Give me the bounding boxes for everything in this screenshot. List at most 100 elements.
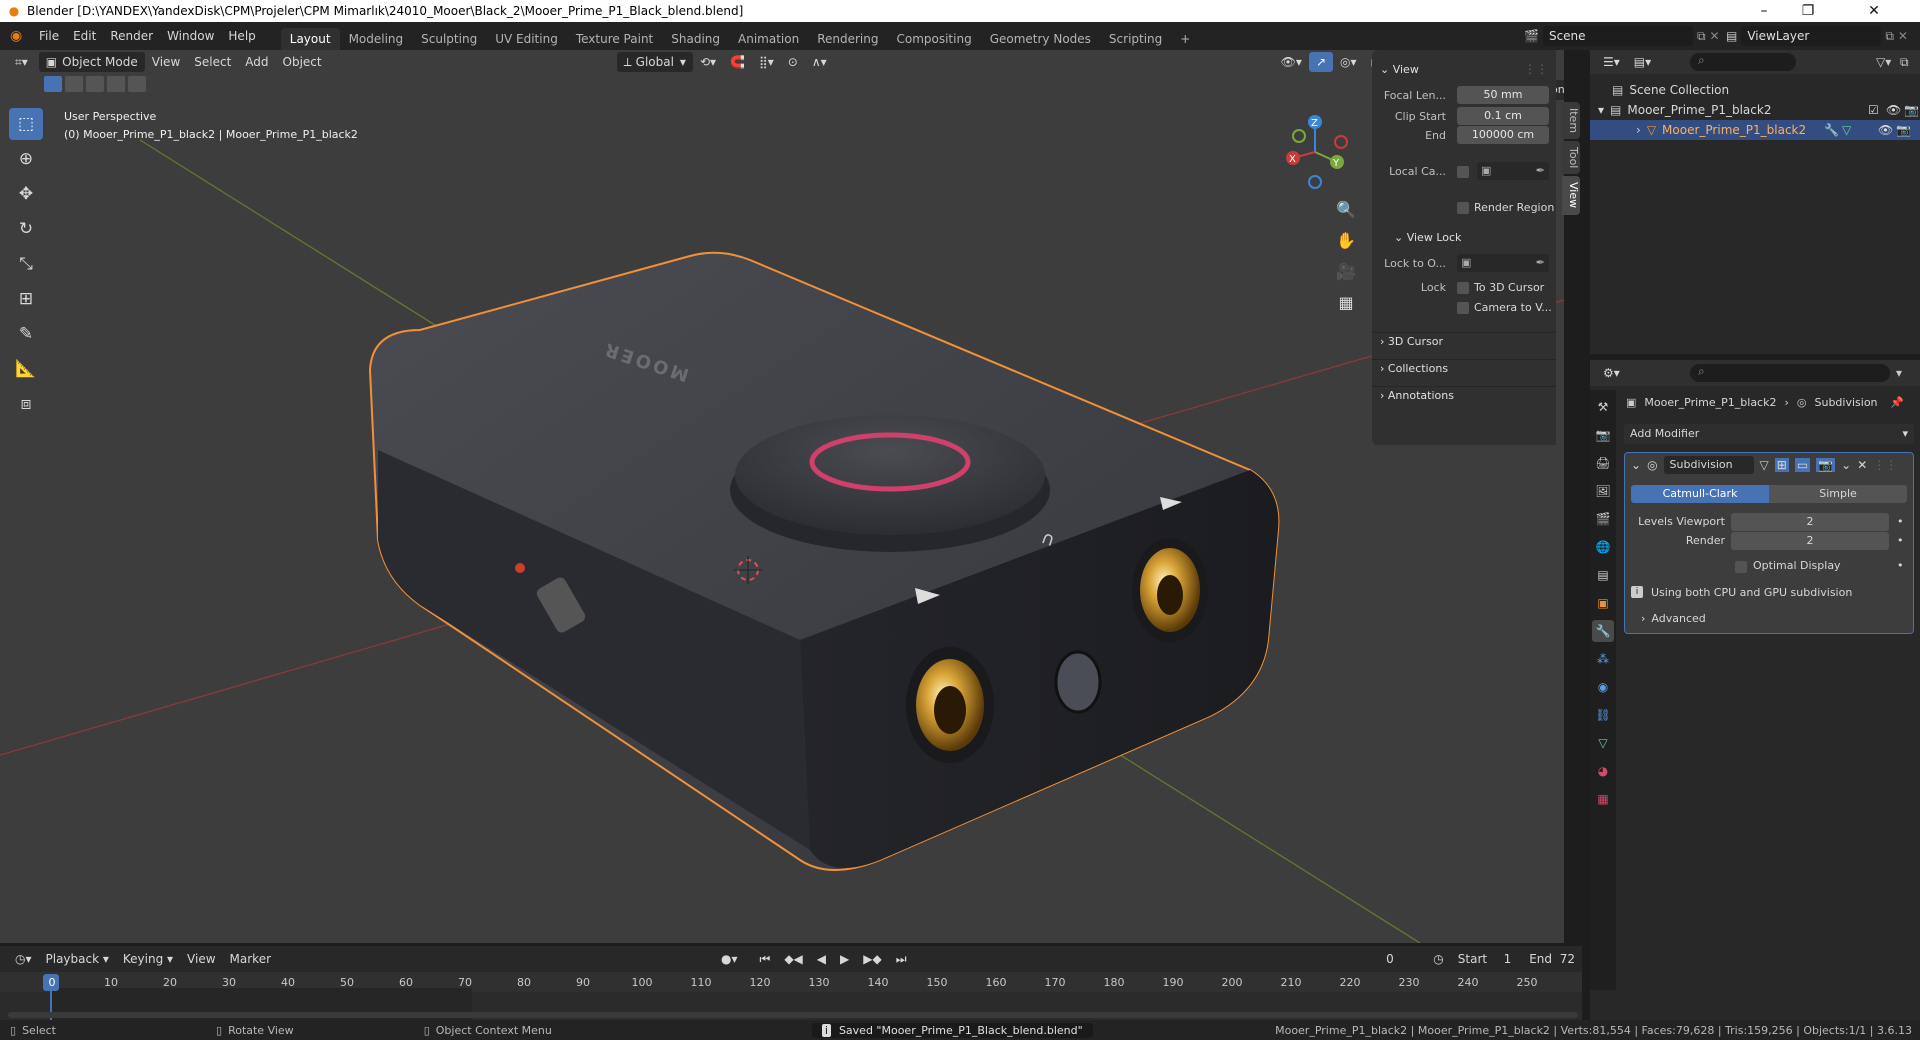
snap-target-icon[interactable]: ⣿▾ bbox=[752, 52, 781, 72]
measure-tool-icon[interactable]: 📐 bbox=[9, 353, 43, 385]
render-toggle-icon[interactable]: 📷 bbox=[1816, 458, 1836, 472]
outliner-object-row[interactable]: › ▽ Mooer_Prime_P1_black2 🔧 ▽ 👁 📷 bbox=[1590, 120, 1920, 140]
jump-start-icon[interactable]: ⏮ bbox=[753, 949, 778, 969]
levels-viewport-field[interactable]: 2 bbox=[1731, 513, 1889, 531]
play-icon[interactable]: ▶ bbox=[833, 949, 856, 969]
tab-geometry-nodes[interactable]: Geometry Nodes bbox=[981, 28, 1100, 50]
auto-keying-icon[interactable]: ●▾ bbox=[714, 949, 745, 969]
play-reverse-icon[interactable]: ◀ bbox=[810, 949, 833, 969]
data-tab-icon[interactable]: ▽ bbox=[1592, 732, 1614, 754]
keyframe-dot-icon[interactable]: • bbox=[1897, 557, 1904, 575]
modifier-wrench-icon[interactable]: 🔧 bbox=[1824, 123, 1839, 137]
view-layer-icon[interactable]: ▤ bbox=[1726, 29, 1737, 43]
select-box-tool-icon[interactable]: ⬚ bbox=[9, 108, 43, 140]
menu-render[interactable]: Render bbox=[103, 22, 160, 50]
tab-compositing[interactable]: Compositing bbox=[887, 28, 980, 50]
outliner-editor-type-icon[interactable]: ☰▾ bbox=[1596, 52, 1627, 72]
viewport-menu-select[interactable]: Select bbox=[187, 52, 238, 72]
jump-keyframe-back-icon[interactable]: ◆◀ bbox=[777, 949, 809, 969]
output-tab-icon[interactable]: 🖨 bbox=[1592, 452, 1614, 474]
menu-help[interactable]: Help bbox=[221, 22, 262, 50]
tool-tab-icon[interactable]: ⚒ bbox=[1592, 396, 1614, 418]
local-camera-checkbox[interactable] bbox=[1457, 164, 1469, 178]
mode-selector[interactable]: ▣ Object Mode bbox=[38, 52, 145, 72]
view-lock-header[interactable]: ⌄ View Lock bbox=[1394, 231, 1461, 244]
drag-handle-icon[interactable]: ⋮⋮ bbox=[1524, 62, 1548, 76]
view-section-header[interactable]: ⌄ View bbox=[1380, 63, 1419, 76]
physics-tab-icon[interactable]: ◉ bbox=[1592, 676, 1614, 698]
particles-tab-icon[interactable]: ⁂ bbox=[1592, 648, 1614, 670]
modifier-tab-icon[interactable]: 🔧 bbox=[1592, 620, 1614, 642]
tab-shading[interactable]: Shading bbox=[662, 28, 729, 50]
timeline-menu-keying[interactable]: Keying ▾ bbox=[116, 949, 180, 969]
timeline-editor-type-icon[interactable]: ◷▾ bbox=[8, 949, 39, 969]
collections-section-header[interactable]: › Collections bbox=[1380, 362, 1448, 375]
constraints-tab-icon[interactable]: ⛓ bbox=[1592, 704, 1614, 726]
render-region-checkbox[interactable] bbox=[1457, 200, 1469, 214]
move-tool-icon[interactable]: ✥ bbox=[9, 178, 43, 210]
tab-scripting[interactable]: Scripting bbox=[1100, 28, 1171, 50]
gizmo-neg-x-icon[interactable] bbox=[1334, 135, 1348, 149]
pin-icon[interactable]: 📌 bbox=[1890, 396, 1904, 409]
zoom-icon[interactable]: 🔍 bbox=[1334, 194, 1358, 225]
collection-tab-icon[interactable]: ▤ bbox=[1592, 564, 1614, 586]
focal-length-field[interactable]: 50 mm bbox=[1457, 86, 1549, 104]
camera-to-view-checkbox[interactable] bbox=[1457, 300, 1469, 314]
tab-tool[interactable]: Tool bbox=[1562, 141, 1580, 175]
render-levels-field[interactable]: 2 bbox=[1731, 532, 1889, 550]
select-invert-icon[interactable] bbox=[107, 76, 125, 92]
transform-tool-icon[interactable]: ⊞ bbox=[9, 283, 43, 315]
tab-sculpting[interactable]: Sculpting bbox=[412, 28, 486, 50]
collapse-chevron-icon[interactable]: ⌄ bbox=[1631, 458, 1641, 472]
falloff-icon[interactable]: ∧▾ bbox=[805, 52, 834, 72]
camera-view-icon[interactable]: 🎥 bbox=[1334, 256, 1358, 287]
tab-modeling[interactable]: Modeling bbox=[340, 28, 413, 50]
scale-tool-icon[interactable]: ⤡ bbox=[9, 248, 43, 280]
tab-view[interactable]: View bbox=[1562, 176, 1580, 215]
3d-viewport[interactable]: ∩ MOOER ⌗▾ ▣ Object Mode View Select Add… bbox=[0, 50, 1564, 943]
render-tab-icon[interactable]: 📷 bbox=[1592, 424, 1614, 446]
navigation-gizmo[interactable]: Z Y X bbox=[1275, 112, 1355, 192]
keyframe-dot-icon[interactable]: • bbox=[1897, 513, 1904, 531]
outliner-scene-collection[interactable]: ▤ Scene Collection bbox=[1612, 80, 1729, 100]
pan-hand-icon[interactable]: ✋ bbox=[1334, 225, 1358, 256]
tab-item[interactable]: Item bbox=[1562, 102, 1580, 140]
tab-animation[interactable]: Animation bbox=[729, 28, 808, 50]
viewport-menu-add[interactable]: Add bbox=[238, 52, 275, 72]
camera-render-icon[interactable]: 📷 bbox=[1904, 103, 1919, 117]
lock-to-object-field[interactable]: ▣ ✒ bbox=[1457, 254, 1549, 272]
filter-icon[interactable]: ▽▾ bbox=[1876, 55, 1891, 69]
modifier-name-field[interactable]: Subdivision bbox=[1663, 456, 1754, 474]
add-cube-tool-icon[interactable]: ⧈ bbox=[9, 388, 43, 420]
select-extend-icon[interactable] bbox=[65, 76, 83, 92]
timeline-menu-marker[interactable]: Marker bbox=[223, 949, 278, 969]
expand-chevron-icon[interactable]: ▾ bbox=[1598, 103, 1604, 117]
viewport-toggle-icon[interactable]: ▭ bbox=[1794, 458, 1811, 472]
select-subtract-icon[interactable] bbox=[86, 76, 104, 92]
select-intersect-icon[interactable] bbox=[128, 76, 146, 92]
optimal-display-checkbox[interactable] bbox=[1735, 560, 1747, 573]
chevron-down-icon[interactable]: ⌄ bbox=[1841, 458, 1851, 472]
annotate-tool-icon[interactable]: ✎ bbox=[9, 318, 43, 350]
simple-option[interactable]: Simple bbox=[1769, 485, 1907, 503]
remove-modifier-icon[interactable]: ✕ bbox=[1857, 458, 1867, 472]
tab-rendering[interactable]: Rendering bbox=[808, 28, 887, 50]
new-scene-icon[interactable]: ⧉ bbox=[1697, 29, 1706, 44]
mesh-data-icon[interactable]: ▽ bbox=[1842, 123, 1851, 137]
add-workspace-button[interactable]: + bbox=[1171, 28, 1199, 50]
cursor-tool-icon[interactable]: ⊕ bbox=[9, 143, 43, 175]
delete-view-layer-icon[interactable]: ✕ bbox=[1898, 29, 1908, 43]
viewport-menu-object[interactable]: Object bbox=[276, 52, 329, 72]
editor-type-icon[interactable]: ⌗▾ bbox=[8, 52, 35, 72]
edit-mode-toggle-icon[interactable]: ▽ bbox=[1760, 458, 1769, 472]
3d-cursor-section-header[interactable]: › 3D Cursor bbox=[1380, 335, 1443, 348]
tab-layout[interactable]: Layout bbox=[280, 28, 340, 50]
menu-file[interactable]: File bbox=[32, 22, 66, 50]
overlays-icon[interactable]: ◎▾ bbox=[1333, 52, 1364, 72]
lock-to-cursor-checkbox[interactable] bbox=[1457, 280, 1469, 294]
add-modifier-button[interactable]: Add Modifier ▾ bbox=[1624, 424, 1914, 444]
exclude-checkbox-icon[interactable]: ☑ bbox=[1868, 103, 1879, 117]
clip-start-field[interactable]: 0.1 cm bbox=[1457, 107, 1549, 125]
gizmo-neg-z-icon[interactable] bbox=[1308, 175, 1322, 189]
select-new-icon[interactable] bbox=[44, 76, 62, 92]
